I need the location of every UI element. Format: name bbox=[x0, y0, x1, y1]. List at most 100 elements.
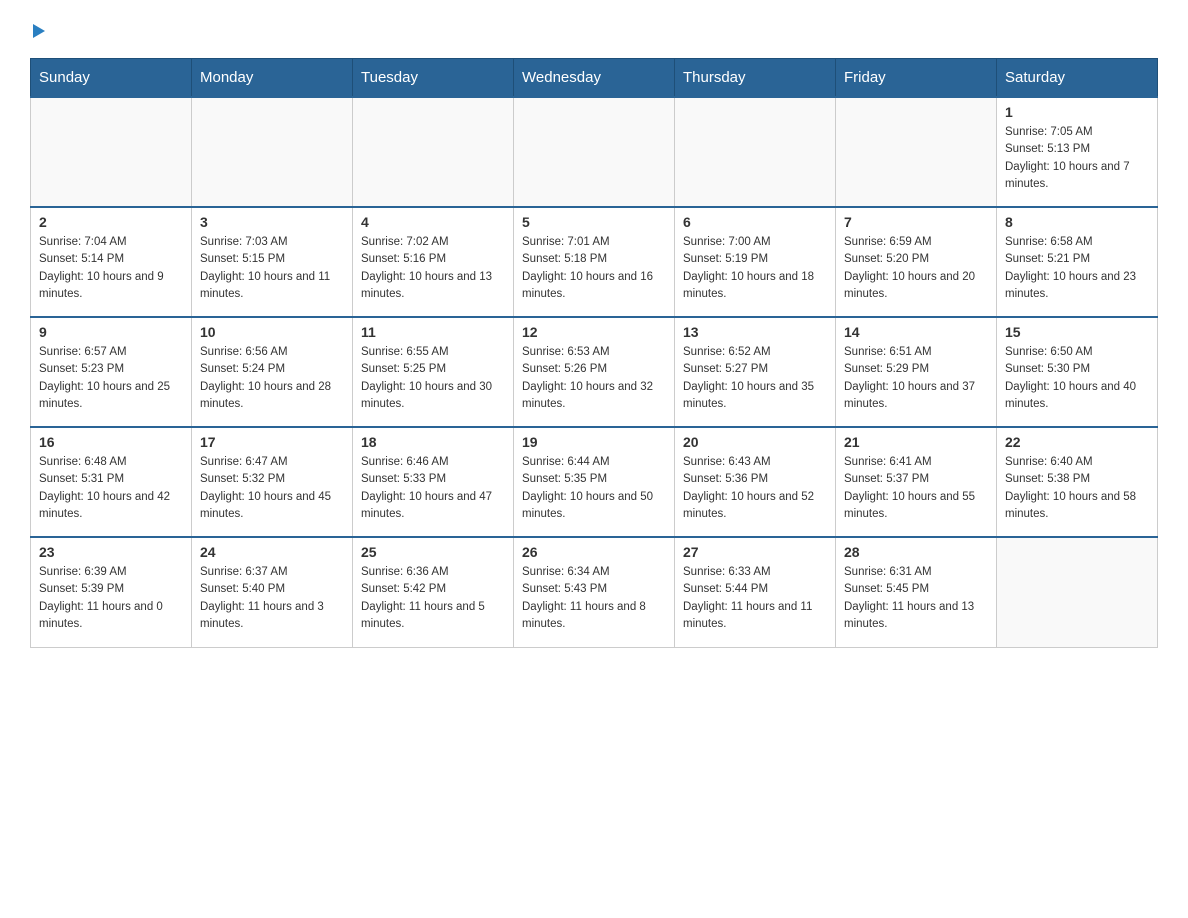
calendar-cell: 12 Sunrise: 6:53 AM Sunset: 5:26 PM Dayli… bbox=[514, 317, 675, 427]
weekday-header-sunday: Sunday bbox=[31, 59, 192, 98]
day-number: 11 bbox=[361, 324, 505, 340]
day-info: Sunrise: 6:51 AM Sunset: 5:29 PM Dayligh… bbox=[844, 344, 988, 413]
day-info: Sunrise: 6:59 AM Sunset: 5:20 PM Dayligh… bbox=[844, 234, 988, 303]
weekday-header-friday: Friday bbox=[836, 59, 997, 98]
day-number: 6 bbox=[683, 214, 827, 230]
day-number: 20 bbox=[683, 434, 827, 450]
day-number: 5 bbox=[522, 214, 666, 230]
day-number: 1 bbox=[1005, 104, 1149, 120]
day-info: Sunrise: 6:33 AM Sunset: 5:44 PM Dayligh… bbox=[683, 564, 827, 633]
calendar-cell: 24 Sunrise: 6:37 AM Sunset: 5:40 PM Dayli… bbox=[192, 537, 353, 647]
day-number: 19 bbox=[522, 434, 666, 450]
calendar-cell: 22 Sunrise: 6:40 AM Sunset: 5:38 PM Dayli… bbox=[997, 427, 1158, 537]
calendar-cell: 19 Sunrise: 6:44 AM Sunset: 5:35 PM Dayli… bbox=[514, 427, 675, 537]
calendar-cell bbox=[514, 97, 675, 207]
logo-triangle-icon bbox=[33, 24, 45, 38]
day-info: Sunrise: 6:37 AM Sunset: 5:40 PM Dayligh… bbox=[200, 564, 344, 633]
calendar-cell: 13 Sunrise: 6:52 AM Sunset: 5:27 PM Dayli… bbox=[675, 317, 836, 427]
day-info: Sunrise: 6:52 AM Sunset: 5:27 PM Dayligh… bbox=[683, 344, 827, 413]
calendar-cell bbox=[675, 97, 836, 207]
day-info: Sunrise: 6:56 AM Sunset: 5:24 PM Dayligh… bbox=[200, 344, 344, 413]
day-number: 13 bbox=[683, 324, 827, 340]
week-row-4: 16 Sunrise: 6:48 AM Sunset: 5:31 PM Dayli… bbox=[31, 427, 1158, 537]
week-row-5: 23Sunrise: 6:39 AM Sunset: 5:39 PM Dayli… bbox=[31, 537, 1158, 647]
calendar-cell: 10 Sunrise: 6:56 AM Sunset: 5:24 PM Dayli… bbox=[192, 317, 353, 427]
week-row-1: 1Sunrise: 7:05 AM Sunset: 5:13 PM Daylig… bbox=[31, 97, 1158, 207]
day-number: 17 bbox=[200, 434, 344, 450]
calendar-cell: 15Sunrise: 6:50 AM Sunset: 5:30 PM Dayli… bbox=[997, 317, 1158, 427]
day-info: Sunrise: 6:48 AM Sunset: 5:31 PM Dayligh… bbox=[39, 454, 183, 523]
day-number: 3 bbox=[200, 214, 344, 230]
day-info: Sunrise: 6:44 AM Sunset: 5:35 PM Dayligh… bbox=[522, 454, 666, 523]
day-number: 21 bbox=[844, 434, 988, 450]
day-number: 4 bbox=[361, 214, 505, 230]
calendar-cell: 25 Sunrise: 6:36 AM Sunset: 5:42 PM Dayli… bbox=[353, 537, 514, 647]
day-info: Sunrise: 6:55 AM Sunset: 5:25 PM Dayligh… bbox=[361, 344, 505, 413]
calendar-cell bbox=[353, 97, 514, 207]
day-number: 28 bbox=[844, 544, 988, 560]
day-info: Sunrise: 6:58 AM Sunset: 5:21 PM Dayligh… bbox=[1005, 234, 1149, 303]
calendar-cell bbox=[31, 97, 192, 207]
calendar-cell: 9Sunrise: 6:57 AM Sunset: 5:23 PM Daylig… bbox=[31, 317, 192, 427]
calendar-cell: 16 Sunrise: 6:48 AM Sunset: 5:31 PM Dayli… bbox=[31, 427, 192, 537]
weekday-header-thursday: Thursday bbox=[675, 59, 836, 98]
day-info: Sunrise: 6:47 AM Sunset: 5:32 PM Dayligh… bbox=[200, 454, 344, 523]
day-info: Sunrise: 6:36 AM Sunset: 5:42 PM Dayligh… bbox=[361, 564, 505, 633]
day-info: Sunrise: 6:50 AM Sunset: 5:30 PM Dayligh… bbox=[1005, 344, 1149, 413]
day-number: 12 bbox=[522, 324, 666, 340]
day-number: 24 bbox=[200, 544, 344, 560]
day-number: 2 bbox=[39, 214, 183, 230]
calendar-cell: 28 Sunrise: 6:31 AM Sunset: 5:45 PM Dayli… bbox=[836, 537, 997, 647]
day-info: Sunrise: 6:40 AM Sunset: 5:38 PM Dayligh… bbox=[1005, 454, 1149, 523]
day-info: Sunrise: 6:41 AM Sunset: 5:37 PM Dayligh… bbox=[844, 454, 988, 523]
calendar-cell: 14 Sunrise: 6:51 AM Sunset: 5:29 PM Dayli… bbox=[836, 317, 997, 427]
day-number: 14 bbox=[844, 324, 988, 340]
calendar-cell: 26Sunrise: 6:34 AM Sunset: 5:43 PM Dayli… bbox=[514, 537, 675, 647]
day-number: 16 bbox=[39, 434, 183, 450]
calendar-cell bbox=[836, 97, 997, 207]
calendar-cell: 4 Sunrise: 7:02 AM Sunset: 5:16 PM Daylig… bbox=[353, 207, 514, 317]
page-header bbox=[30, 20, 1158, 38]
day-number: 10 bbox=[200, 324, 344, 340]
day-info: Sunrise: 7:03 AM Sunset: 5:15 PM Dayligh… bbox=[200, 234, 344, 303]
day-info: Sunrise: 6:53 AM Sunset: 5:26 PM Dayligh… bbox=[522, 344, 666, 413]
day-number: 25 bbox=[361, 544, 505, 560]
weekday-header-saturday: Saturday bbox=[997, 59, 1158, 98]
calendar-cell: 27 Sunrise: 6:33 AM Sunset: 5:44 PM Dayli… bbox=[675, 537, 836, 647]
weekday-header-tuesday: Tuesday bbox=[353, 59, 514, 98]
calendar-cell bbox=[997, 537, 1158, 647]
day-info: Sunrise: 7:04 AM Sunset: 5:14 PM Dayligh… bbox=[39, 234, 183, 303]
calendar-cell: 5 Sunrise: 7:01 AM Sunset: 5:18 PM Daylig… bbox=[514, 207, 675, 317]
calendar-cell: 8 Sunrise: 6:58 AM Sunset: 5:21 PM Daylig… bbox=[997, 207, 1158, 317]
calendar-cell: 20 Sunrise: 6:43 AM Sunset: 5:36 PM Dayli… bbox=[675, 427, 836, 537]
weekday-header-row: SundayMondayTuesdayWednesdayThursdayFrid… bbox=[31, 59, 1158, 98]
day-number: 18 bbox=[361, 434, 505, 450]
weekday-header-wednesday: Wednesday bbox=[514, 59, 675, 98]
calendar-cell bbox=[192, 97, 353, 207]
day-info: Sunrise: 6:31 AM Sunset: 5:45 PM Dayligh… bbox=[844, 564, 988, 633]
day-info: Sunrise: 6:43 AM Sunset: 5:36 PM Dayligh… bbox=[683, 454, 827, 523]
day-number: 22 bbox=[1005, 434, 1149, 450]
week-row-2: 2 Sunrise: 7:04 AM Sunset: 5:14 PM Daylig… bbox=[31, 207, 1158, 317]
calendar-cell: 6 Sunrise: 7:00 AM Sunset: 5:19 PM Daylig… bbox=[675, 207, 836, 317]
logo bbox=[30, 20, 45, 38]
day-info: Sunrise: 6:46 AM Sunset: 5:33 PM Dayligh… bbox=[361, 454, 505, 523]
day-info: Sunrise: 7:00 AM Sunset: 5:19 PM Dayligh… bbox=[683, 234, 827, 303]
weekday-header-monday: Monday bbox=[192, 59, 353, 98]
day-info: Sunrise: 6:34 AM Sunset: 5:43 PM Dayligh… bbox=[522, 564, 666, 633]
calendar-cell: 3 Sunrise: 7:03 AM Sunset: 5:15 PM Daylig… bbox=[192, 207, 353, 317]
calendar-cell: 11 Sunrise: 6:55 AM Sunset: 5:25 PM Dayli… bbox=[353, 317, 514, 427]
day-info: Sunrise: 7:01 AM Sunset: 5:18 PM Dayligh… bbox=[522, 234, 666, 303]
calendar-cell: 7 Sunrise: 6:59 AM Sunset: 5:20 PM Daylig… bbox=[836, 207, 997, 317]
day-info: Sunrise: 7:02 AM Sunset: 5:16 PM Dayligh… bbox=[361, 234, 505, 303]
day-info: Sunrise: 6:39 AM Sunset: 5:39 PM Dayligh… bbox=[39, 564, 183, 633]
day-number: 8 bbox=[1005, 214, 1149, 230]
day-number: 9 bbox=[39, 324, 183, 340]
day-number: 7 bbox=[844, 214, 988, 230]
day-number: 27 bbox=[683, 544, 827, 560]
calendar-cell: 1Sunrise: 7:05 AM Sunset: 5:13 PM Daylig… bbox=[997, 97, 1158, 207]
calendar-cell: 18 Sunrise: 6:46 AM Sunset: 5:33 PM Dayli… bbox=[353, 427, 514, 537]
calendar-cell: 21 Sunrise: 6:41 AM Sunset: 5:37 PM Dayli… bbox=[836, 427, 997, 537]
calendar-cell: 23Sunrise: 6:39 AM Sunset: 5:39 PM Dayli… bbox=[31, 537, 192, 647]
week-row-3: 9Sunrise: 6:57 AM Sunset: 5:23 PM Daylig… bbox=[31, 317, 1158, 427]
